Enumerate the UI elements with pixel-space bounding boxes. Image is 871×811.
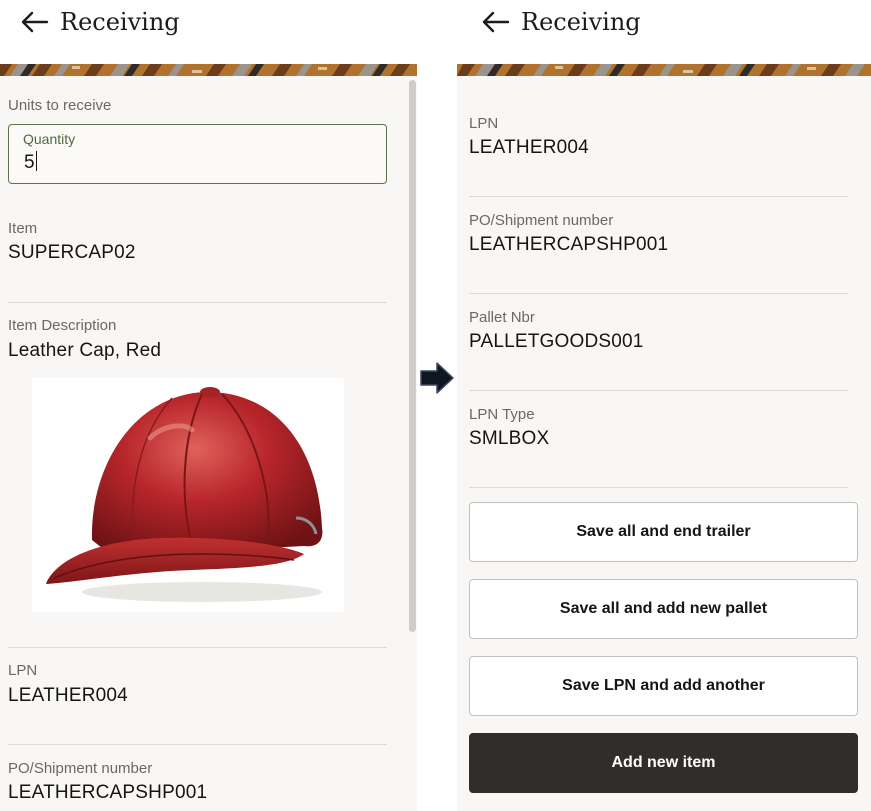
divider [469,293,848,294]
text-cursor [35,151,37,171]
po-shipment-value: LEATHERCAPSHP001 [469,234,669,255]
save-all-end-trailer-button[interactable]: Save all and end trailer [469,502,858,562]
right-screen: Receiving LPN LEATHER004 PO/Shipment num… [457,0,871,811]
save-lpn-add-another-button[interactable]: Save LPN and add another [469,656,858,716]
lpn-type-label: LPN Type [469,406,535,423]
divider [8,647,387,648]
arrow-right-icon [420,362,454,394]
item-image [32,378,344,612]
scrollbar-thumb[interactable] [409,80,416,632]
units-to-receive-label: Units to receive [8,97,112,114]
left-screen: Receiving Units to receive Quantity 5 It… [0,0,417,811]
po-shipment-label: PO/Shipment number [469,212,614,229]
pallet-nbr-label: Pallet Nbr [469,309,535,326]
po-shipment-value: LEATHERCAPSHP001 [8,782,208,803]
arrow-left-icon[interactable] [481,10,511,34]
scrollbar[interactable] [408,76,417,636]
quantity-field[interactable]: Quantity 5 [8,124,387,184]
item-description-label: Item Description [8,317,117,334]
lpn-type-value: SMLBOX [469,428,550,449]
divider [8,744,387,745]
page-title: Receiving [60,8,180,36]
app-header: Receiving [0,0,417,64]
arrow-left-icon[interactable] [20,10,50,34]
item-value: SUPERCAP02 [8,242,136,263]
quantity-input[interactable]: 5 [24,151,37,174]
item-label: Item [8,220,38,237]
app-header: Receiving [457,0,871,64]
lpn-value: LEATHER004 [8,685,128,706]
divider [469,196,848,197]
page-title: Receiving [521,8,641,36]
quantity-input-value: 5 [24,152,35,173]
save-all-add-new-pallet-button[interactable]: Save all and add new pallet [469,579,858,639]
lpn-value: LEATHER004 [469,137,589,158]
add-new-item-button[interactable]: Add new item [469,733,858,793]
pallet-nbr-value: PALLETGOODS001 [469,331,644,352]
divider [469,390,848,391]
item-description-value: Leather Cap, Red [8,340,162,361]
lpn-label: LPN [469,115,499,132]
divider [469,487,848,488]
lpn-label: LPN [8,662,38,679]
quantity-field-label: Quantity [23,131,76,147]
decorative-banner [457,64,871,76]
decorative-banner [0,64,417,76]
po-shipment-label: PO/Shipment number [8,760,153,777]
divider [8,302,387,303]
